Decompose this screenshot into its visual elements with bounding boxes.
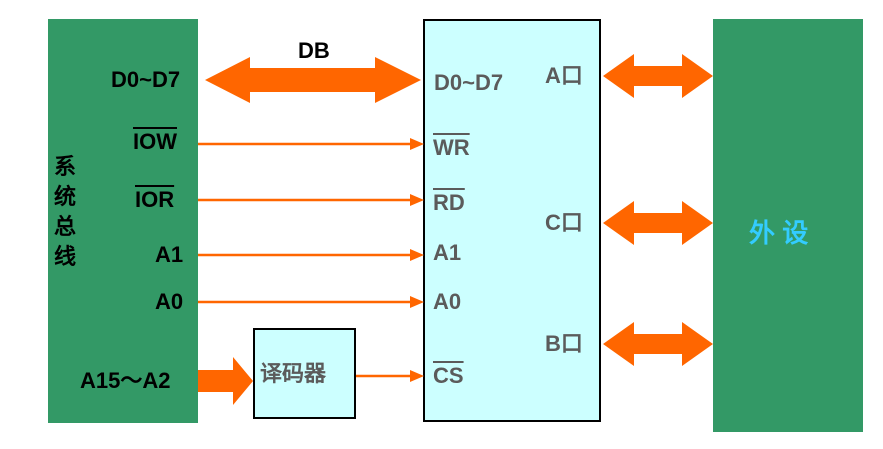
signal-ior: IOR [135,187,175,212]
port-c-arrow [603,201,713,245]
system-bus-title-char: 系 [53,154,76,179]
data-bus-arrow [205,57,421,103]
system-bus-title-char: 统 [53,184,76,209]
pin-a0: A0 [433,289,462,314]
a0-arrowhead [410,296,424,308]
port-c-label: C口 [545,210,583,235]
data-bus-label: DB [298,38,330,63]
pin-cs: CS [433,363,464,388]
signal-a1: A1 [155,242,184,267]
signal-iow: IOW [133,129,177,154]
system-bus-title: 系 统 总 线 [53,152,77,272]
port-a-label: A口 [545,63,583,88]
port-b-label: B口 [545,331,583,356]
iow-arrowhead [410,138,424,150]
pin-a1: A1 [433,240,462,265]
system-bus-title-char: 线 [53,244,76,269]
pin-rd: RD [433,190,465,215]
system-bus-title-char: 总 [53,214,76,239]
pin-wr: WR [433,135,470,160]
peripheral-label: 外 设 [749,218,809,248]
signal-a15-a2: A15～A2 [80,368,171,393]
address-to-decoder-arrow [198,357,253,405]
signal-a0: A0 [155,289,184,314]
ior-arrowhead [410,194,424,206]
port-a-arrow [603,54,713,98]
cs-arrowhead [410,370,424,382]
signal-lines [198,138,424,382]
pin-d0-d7: D0~D7 [434,70,504,95]
a1-arrowhead [410,249,424,261]
port-b-arrow [603,322,713,366]
signal-d0-d7: D0~D7 [111,67,181,92]
decoder-label: 译码器 [260,361,327,386]
